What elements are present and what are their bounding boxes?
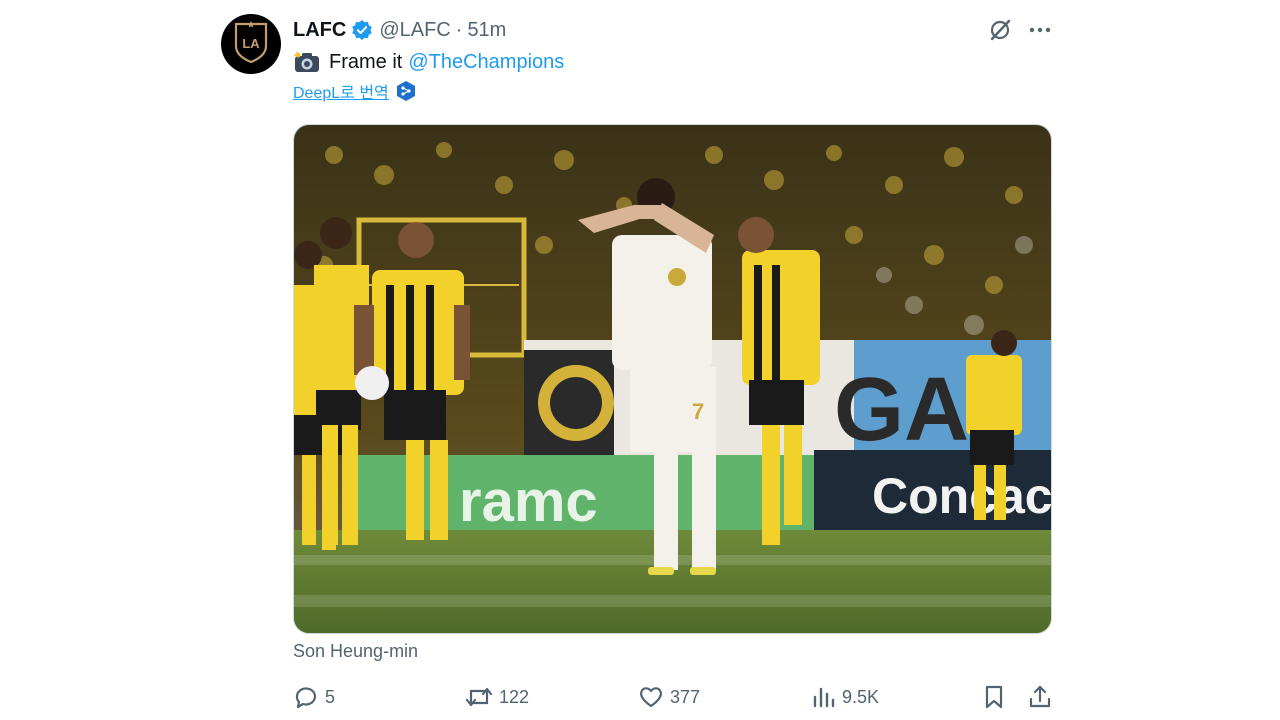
grok-icon[interactable] <box>986 16 1014 44</box>
board-text-aramco: ramc <box>459 469 598 534</box>
board-text-concacaf: Concac <box>872 468 1052 524</box>
like-count: 377 <box>670 686 701 707</box>
views-icon <box>813 687 835 708</box>
repost-count: 122 <box>499 686 530 707</box>
tweet-text: Frame it @TheChampions <box>293 48 564 76</box>
translate-row: DeepL로 번역 <box>293 80 416 102</box>
author-name[interactable]: LAFC <box>293 19 346 42</box>
svg-text:LA: LA <box>242 36 260 51</box>
repost-icon <box>465 687 493 707</box>
player-number: 7 <box>692 399 704 424</box>
translate-link[interactable]: DeepL로 번역 <box>293 79 389 103</box>
mention-link[interactable]: @TheChampions <box>408 51 564 74</box>
reply-count: 5 <box>325 686 336 707</box>
tweet-body-text: Frame it <box>329 50 403 73</box>
match-photo: GA ramc Concac 7 <box>294 125 1052 633</box>
tweet-header: LAFC @LAFC · 51m <box>293 15 506 45</box>
board-text-ga: GA <box>834 360 969 460</box>
bookmark-icon <box>985 685 1003 709</box>
tweet-media-photo[interactable]: GA ramc Concac 7 <box>293 124 1052 634</box>
reply-icon <box>295 687 317 709</box>
reply-button[interactable]: 5 <box>293 683 335 711</box>
author-handle[interactable]: @LAFC <box>379 19 450 42</box>
camera-flash-icon <box>293 51 321 73</box>
separator-dot: · <box>455 18 463 41</box>
views-button[interactable]: 9.5K <box>810 683 879 711</box>
repost-button[interactable]: 122 <box>465 683 529 711</box>
share-icon <box>1029 685 1051 708</box>
like-button[interactable]: 377 <box>638 683 700 711</box>
verified-badge-icon[interactable] <box>351 19 373 41</box>
bookmark-button[interactable] <box>982 683 1012 711</box>
deepl-icon <box>396 80 416 102</box>
more-icon[interactable] <box>1026 16 1054 44</box>
media-caption: Son Heung-min <box>293 641 419 661</box>
tweet-timestamp[interactable]: 51m <box>467 19 506 42</box>
view-count: 9.5K <box>842 686 880 707</box>
share-button[interactable] <box>1027 683 1059 711</box>
heart-icon <box>640 687 662 708</box>
author-avatar[interactable]: LA <box>221 14 281 74</box>
lafc-crest-icon: LA <box>232 20 270 69</box>
